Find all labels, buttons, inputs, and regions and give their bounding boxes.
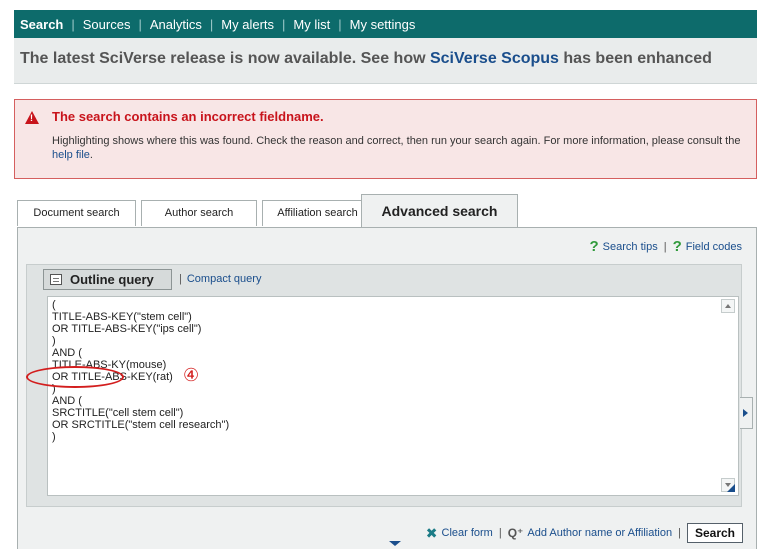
query-scrollbar[interactable] <box>721 299 736 492</box>
query-line: OR SRCTITLE("stem cell research") <box>52 419 230 431</box>
footer-separator: | <box>498 527 502 539</box>
query-line: AND ( <box>52 347 82 359</box>
nav-separator: | <box>338 16 342 32</box>
clear-form-link[interactable]: Clear form <box>442 527 493 539</box>
tips-separator: | <box>663 240 667 253</box>
help-links: ? Search tips | ? Field codes <box>590 238 743 255</box>
error-message-box: ! The search contains an incorrect field… <box>14 99 757 179</box>
compact-query-link[interactable]: Compact query <box>187 273 262 285</box>
error-body-end: . <box>89 149 93 161</box>
question-icon: ? <box>672 238 682 255</box>
clear-form-icon: ✖ <box>425 524 438 541</box>
tab-author-search[interactable]: Author search <box>141 200 257 226</box>
nav-sources[interactable]: Sources <box>83 17 131 32</box>
query-textarea[interactable]: ( TITLE-ABS-KEY("stem cell") OR TITLE-AB… <box>47 296 739 496</box>
warning-icon: ! <box>25 111 39 124</box>
compact-query-toggle: | Compact query <box>179 273 261 285</box>
query-line: OR TITLE-ABS-KEY(rat) <box>52 371 173 383</box>
top-navigation: Search | Sources | Analytics | My alerts… <box>14 10 757 38</box>
nav-search[interactable]: Search <box>20 17 63 32</box>
tab-document-search[interactable]: Document search <box>17 200 136 226</box>
scroll-up-icon[interactable] <box>721 299 735 313</box>
tab-advanced-search[interactable]: Advanced search <box>361 194 518 227</box>
nav-separator: | <box>71 16 75 32</box>
error-body-text: Highlighting shows where this was found.… <box>52 135 741 147</box>
nav-my-alerts[interactable]: My alerts <box>221 17 274 32</box>
nav-separator: | <box>138 16 142 32</box>
banner-suffix: has been enhanced <box>558 50 712 67</box>
banner-prefix: The latest SciVerse release is now avail… <box>20 50 430 67</box>
query-line: ) <box>52 335 56 347</box>
query-line: ( <box>52 299 56 311</box>
annotation-marker: ④ <box>183 365 200 385</box>
footer-separator: | <box>678 527 681 539</box>
query-line: SRCTITLE("cell stem cell") <box>52 407 184 419</box>
release-banner: The latest SciVerse release is now avail… <box>14 38 757 84</box>
query-line: ) <box>52 431 56 443</box>
tab-affiliation-search[interactable]: Affiliation search <box>262 200 373 226</box>
compact-separator: | <box>179 273 182 285</box>
expand-panel-arrow-icon[interactable] <box>740 397 753 429</box>
query-line-highlighted: TITLE-ABS-KY(mouse) <box>52 359 167 371</box>
search-button[interactable]: Search <box>686 523 743 543</box>
add-author-icon: Q⁺ <box>507 526 524 540</box>
nav-analytics[interactable]: Analytics <box>150 17 202 32</box>
question-icon: ? <box>589 238 599 255</box>
error-highlight-circle <box>26 366 124 388</box>
collapse-arrow-icon[interactable] <box>389 541 401 546</box>
query-line: AND ( <box>52 395 82 407</box>
help-file-link[interactable]: help file <box>52 149 90 161</box>
nav-my-list[interactable]: My list <box>293 17 330 32</box>
error-title: The search contains an incorrect fieldna… <box>52 109 324 124</box>
nav-my-settings[interactable]: My settings <box>350 17 416 32</box>
nav-separator: | <box>282 16 286 32</box>
add-author-link[interactable]: Add Author name or Affiliation <box>527 527 672 539</box>
search-tips-link[interactable]: Search tips <box>603 241 658 253</box>
outline-list-icon <box>50 274 62 285</box>
query-line: OR TITLE-ABS-KEY("ips cell") <box>52 323 202 335</box>
outline-query-button[interactable]: Outline query <box>43 269 172 290</box>
sciverse-scopus-link[interactable]: SciVerse Scopus <box>430 50 559 67</box>
query-line: ) <box>52 383 56 395</box>
search-actions: ✖ Clear form | Q⁺ Add Author name or Aff… <box>426 523 743 543</box>
nav-separator: | <box>209 16 214 32</box>
error-body: Highlighting shows where this was found.… <box>52 134 752 162</box>
query-line: TITLE-ABS-KEY("stem cell") <box>52 311 192 323</box>
outline-query-label: Outline query <box>70 272 154 287</box>
field-codes-link[interactable]: Field codes <box>686 241 742 253</box>
resize-grip-icon[interactable] <box>727 484 735 492</box>
